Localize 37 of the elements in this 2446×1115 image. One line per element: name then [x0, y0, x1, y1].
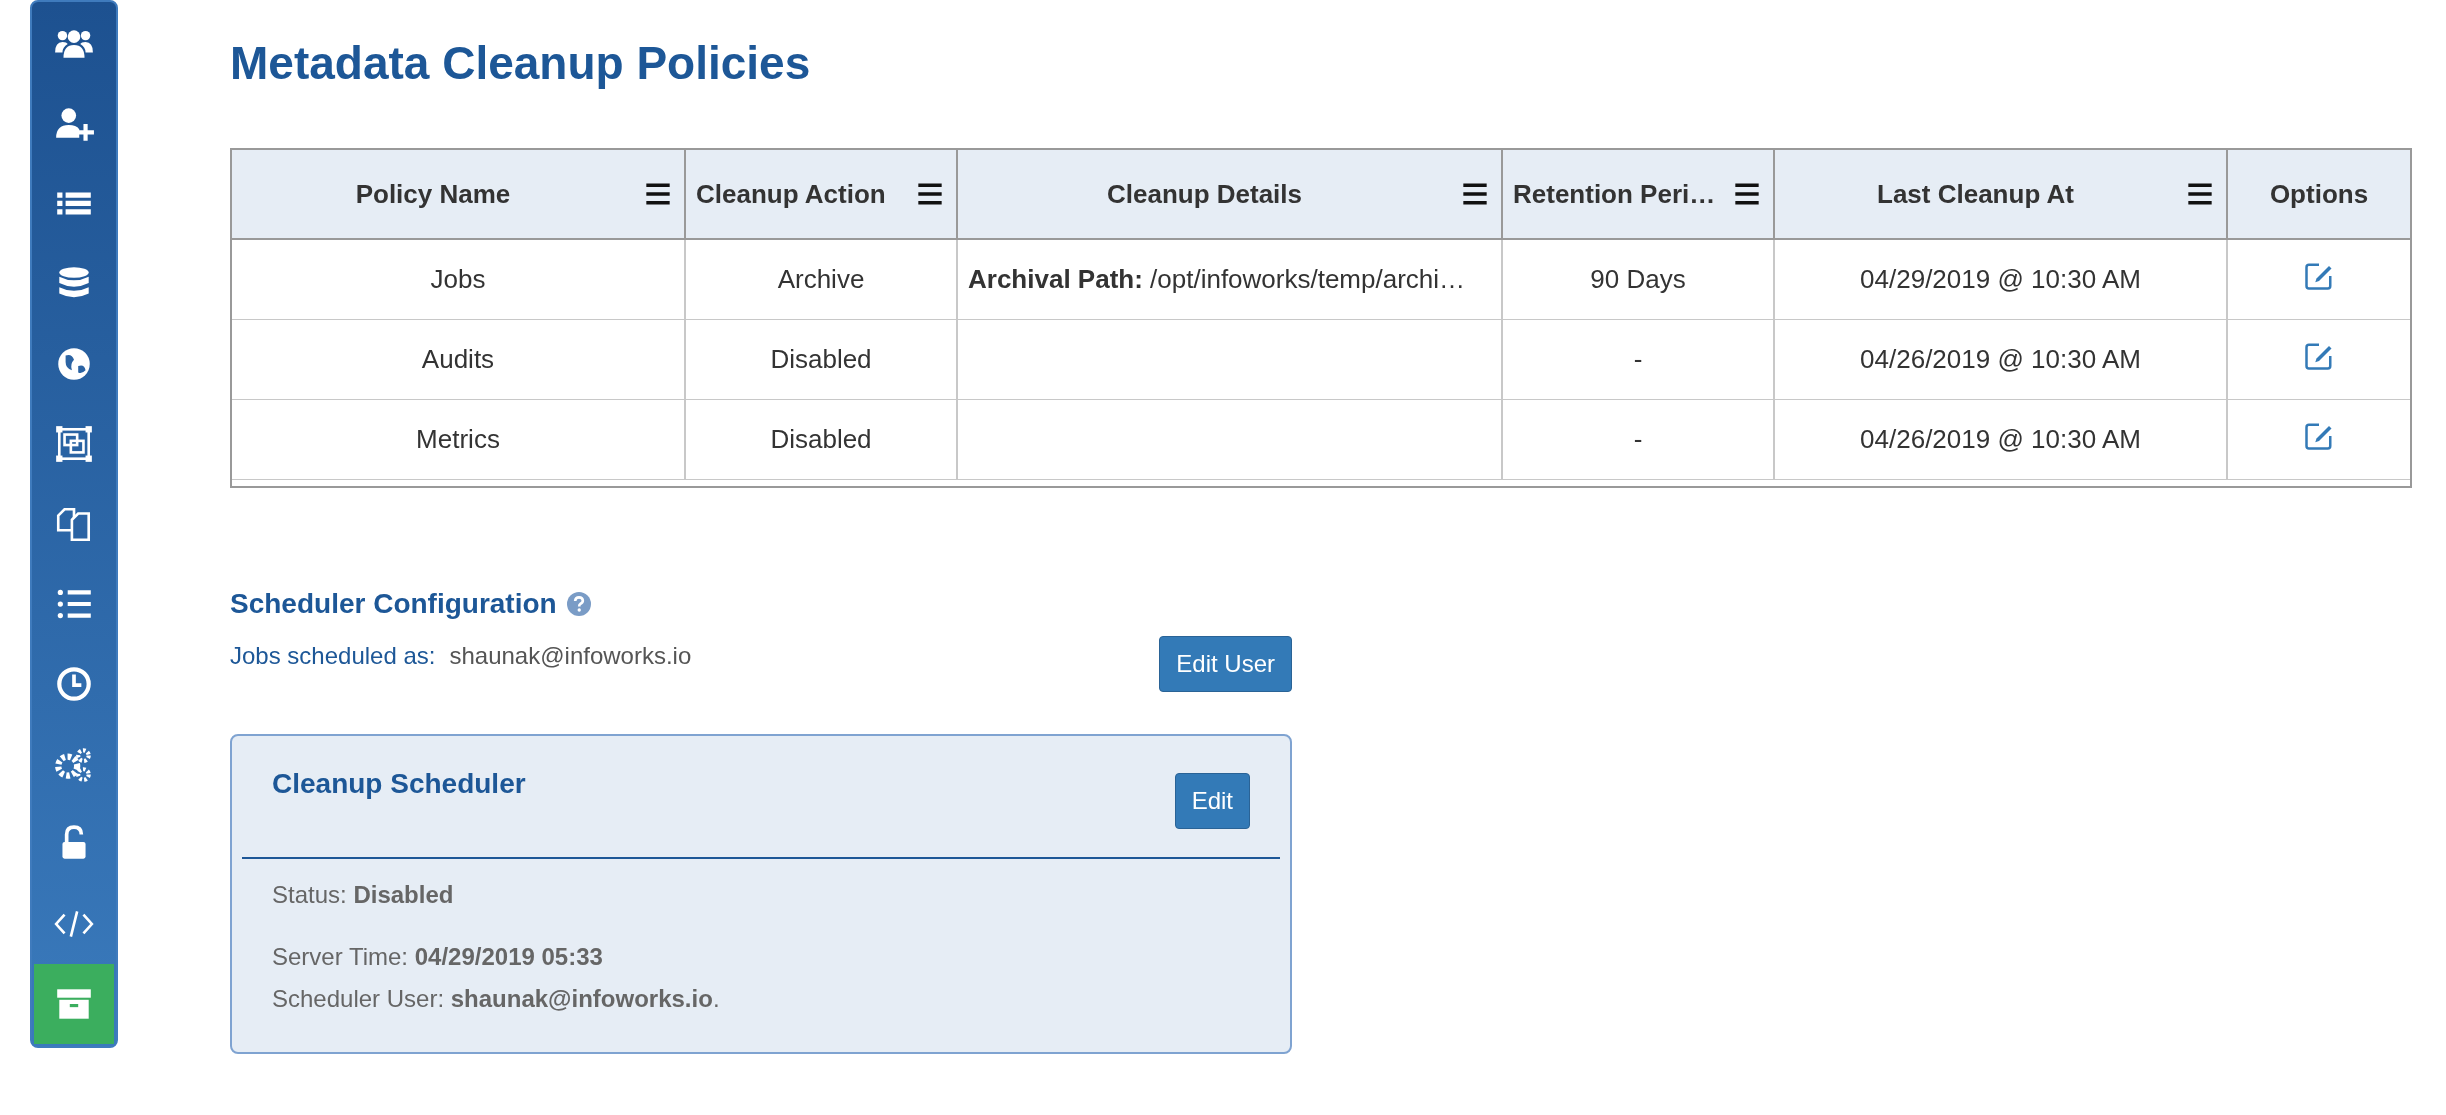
object-group-icon: [53, 423, 95, 465]
cell-text: 04/26/2019 @ 10:30 AM: [1860, 424, 2141, 455]
cell-text: Metrics: [416, 424, 500, 455]
cell-text: Archive: [777, 264, 865, 295]
column-header-label: Cleanup Action: [696, 178, 886, 210]
column-header[interactable]: Policy Name: [232, 150, 686, 238]
column-header-label: Retention Peri…: [1513, 178, 1716, 210]
scheduler-user-text: Scheduler User: shaunak@infoworks.io.: [272, 985, 721, 1013]
edit-user-button[interactable]: Edit User: [1159, 636, 1292, 692]
status-text: Status: Disabled: [272, 881, 455, 909]
column-header[interactable]: Options: [2228, 150, 2410, 238]
column-header-label: Cleanup Details: [1106, 178, 1303, 210]
cell-text: -: [1633, 424, 1643, 455]
cell-text: Audits: [421, 344, 495, 375]
column-header[interactable]: Last Cleanup At: [1775, 150, 2228, 238]
cell-text: -: [1633, 344, 1643, 375]
cell-text: 90 Days: [1590, 264, 1686, 295]
column-header[interactable]: Cleanup Action: [686, 150, 958, 238]
cell-text: Archival Path: /opt/infoworks/temp/archi…: [968, 264, 1466, 295]
column-header-label: Options: [2269, 178, 2369, 210]
column-header-label: Last Cleanup At: [1877, 178, 2074, 210]
card-title: Cleanup Scheduler: [272, 768, 526, 800]
column-header[interactable]: Retention Peri…: [1503, 150, 1775, 238]
section-title: Scheduler Configuration: [230, 588, 557, 620]
jobs-user: shaunak@infoworks.io: [449, 642, 692, 670]
help-icon[interactable]: [566, 592, 591, 616]
edit-button[interactable]: Edit: [1174, 773, 1250, 829]
column-header-label: Policy Name: [355, 178, 511, 210]
jobs-label: Jobs scheduled as:: [230, 642, 436, 670]
cell-text: Disabled: [770, 424, 872, 455]
column-header[interactable]: Cleanup Details: [958, 150, 1503, 238]
cell-text: Jobs: [430, 264, 486, 295]
cell-text: 04/29/2019 @ 10:30 AM: [1860, 264, 2141, 295]
server-time-text: Server Time: 04/29/2019 05:33: [272, 943, 604, 971]
cell-text: 04/26/2019 @ 10:30 AM: [1860, 344, 2141, 375]
cell-text: Disabled: [770, 344, 872, 375]
page-title: Metadata Cleanup Policies: [230, 36, 812, 91]
